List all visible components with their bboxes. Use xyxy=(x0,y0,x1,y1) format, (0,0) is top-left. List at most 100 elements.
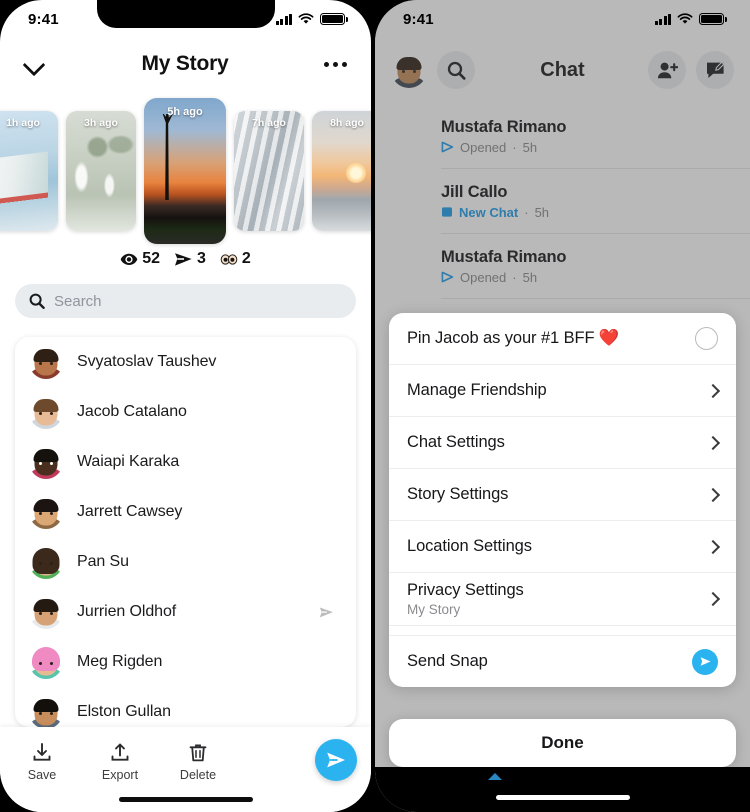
action-sheet: Pin Jacob as your #1 BFF ❤️ Manage Frien… xyxy=(389,313,736,687)
phone-left-my-story: 9:41 My Story 1h ago 3h ago 5h ago 7h ag… xyxy=(0,0,371,812)
sheet-section-gap xyxy=(389,626,736,635)
story-image xyxy=(312,111,371,231)
avatar xyxy=(29,445,63,479)
sheet-item-send-snap[interactable]: Send Snap xyxy=(389,635,736,687)
trash-icon xyxy=(189,744,207,762)
send-arrow-icon xyxy=(700,657,711,666)
home-indicator xyxy=(118,797,253,802)
avatar xyxy=(29,595,63,629)
list-item[interactable]: Jacob Catalano xyxy=(15,387,356,437)
avatar xyxy=(29,645,63,679)
avatar xyxy=(29,495,63,529)
friend-name: Jacob Catalano xyxy=(77,403,187,420)
phone-right-chat: 9:41 Chat Mustafa Rimano Opened · 5h Jil… xyxy=(375,0,750,812)
save-button[interactable]: Save xyxy=(18,742,66,782)
friend-name: Jurrien Oldhof xyxy=(77,603,177,620)
story-thumbnail-strip[interactable]: 1h ago 50 3h ago xyxy=(0,97,371,245)
story-thumbnail-selected[interactable]: 5h ago xyxy=(144,98,226,244)
chevron-right-icon xyxy=(705,539,721,554)
sheet-item-chat-settings[interactable]: Chat Settings xyxy=(389,417,736,469)
delete-button[interactable]: Delete xyxy=(174,742,222,782)
list-item[interactable]: Elston Gullan xyxy=(15,687,356,727)
stat-value: 3 xyxy=(196,250,206,267)
sheet-item-manage-friendship[interactable]: Manage Friendship xyxy=(389,365,736,417)
page-title: My Story xyxy=(141,52,229,75)
device-bottom-bezel xyxy=(375,767,750,812)
friend-name: Jarrett Cawsey xyxy=(77,503,183,520)
story-thumbnail[interactable]: 8h ago 52 xyxy=(312,111,371,231)
story-image xyxy=(234,111,304,231)
list-item[interactable]: Waiapi Karaka xyxy=(15,437,356,487)
chevron-right-icon xyxy=(705,435,721,450)
story-image xyxy=(144,98,226,244)
more-horizontal-icon[interactable] xyxy=(324,61,347,67)
sheet-item-label: Location Settings xyxy=(407,537,532,555)
chevron-right-icon xyxy=(705,383,721,398)
stat-shares: 3 xyxy=(174,250,206,268)
avatar xyxy=(29,695,63,727)
story-image xyxy=(66,111,136,231)
right-status-bar: 9:41 xyxy=(375,0,750,38)
friend-list[interactable]: Svyatoslav Taushev Jacob Catalano Waiapi… xyxy=(15,337,356,727)
search-icon xyxy=(29,293,45,309)
friend-name: Meg Rigden xyxy=(77,653,163,670)
send-arrow-icon xyxy=(327,752,345,768)
chevron-down-icon[interactable] xyxy=(24,53,46,75)
battery-icon xyxy=(699,13,727,25)
avatar xyxy=(29,395,63,429)
dual-phone-screenshot: 9:41 My Story 1h ago 3h ago 5h ago 7h ag… xyxy=(0,0,750,812)
list-item[interactable]: Meg Rigden xyxy=(15,637,356,687)
left-screen: 9:41 My Story 1h ago 3h ago 5h ago 7h ag… xyxy=(0,0,371,812)
sheet-item-sublabel: My Story xyxy=(407,602,461,617)
sheet-item-privacy-settings[interactable]: Privacy Settings My Story xyxy=(389,573,736,626)
sheet-item-label: Send Snap xyxy=(407,652,488,670)
story-timestamp: 3h ago xyxy=(84,117,118,129)
screenshot-eyes-icon xyxy=(220,253,238,265)
stat-views: 52 xyxy=(120,250,160,268)
toolbar-label: Export xyxy=(101,768,139,782)
scroll-up-caret-icon xyxy=(488,773,502,780)
stat-value: 2 xyxy=(241,250,251,267)
signal-bars-icon xyxy=(275,13,292,25)
toolbar-label: Save xyxy=(27,768,57,782)
story-timestamp: 5h ago xyxy=(167,106,203,118)
send-button[interactable] xyxy=(315,739,357,781)
sheet-item-story-settings[interactable]: Story Settings xyxy=(389,469,736,521)
list-item[interactable]: Jurrien Oldhof xyxy=(15,587,356,637)
left-header: My Story xyxy=(0,38,371,90)
friend-name: Waiapi Karaka xyxy=(77,453,180,470)
wifi-icon xyxy=(298,13,314,24)
list-item[interactable]: Pan Su xyxy=(15,537,356,587)
story-timestamp: 1h ago xyxy=(6,117,40,129)
avatar xyxy=(29,545,63,579)
list-item[interactable]: Jarrett Cawsey xyxy=(15,487,356,537)
story-timestamp: 7h ago xyxy=(252,117,286,129)
toolbar-label: Delete xyxy=(179,768,217,782)
battery-icon xyxy=(320,13,348,25)
radio-toggle[interactable] xyxy=(695,327,718,350)
friend-name: Pan Su xyxy=(77,553,129,570)
search-input[interactable]: Search xyxy=(15,284,356,318)
device-notch xyxy=(96,0,275,28)
story-image xyxy=(0,111,58,231)
friend-name: Svyatoslav Taushev xyxy=(77,353,217,370)
story-timestamp: 8h ago xyxy=(330,117,364,129)
story-thumbnail[interactable]: 1h ago 50 xyxy=(0,111,58,231)
sheet-item-label: Privacy Settings xyxy=(407,581,524,599)
left-bottom-toolbar: Save Export Delete xyxy=(0,727,371,812)
sheet-item-location-settings[interactable]: Location Settings xyxy=(389,521,736,573)
sheet-item-label: Chat Settings xyxy=(407,433,505,451)
export-button[interactable]: Export xyxy=(96,742,144,782)
done-button[interactable]: Done xyxy=(389,719,736,767)
status-indicators xyxy=(654,13,727,25)
send-snap-button[interactable] xyxy=(692,648,718,675)
right-screen: 9:41 Chat Mustafa Rimano Opened · 5h Jil… xyxy=(375,0,750,812)
story-thumbnail[interactable]: 7h ago 52 xyxy=(234,111,304,231)
download-icon xyxy=(33,743,51,761)
wifi-icon xyxy=(677,13,693,24)
chevron-right-icon xyxy=(705,487,721,502)
sheet-item-pin-bff[interactable]: Pin Jacob as your #1 BFF ❤️ xyxy=(389,313,736,365)
list-item[interactable]: Svyatoslav Taushev xyxy=(15,337,356,387)
home-indicator xyxy=(495,795,630,800)
story-thumbnail[interactable]: 3h ago 51 xyxy=(66,111,136,231)
